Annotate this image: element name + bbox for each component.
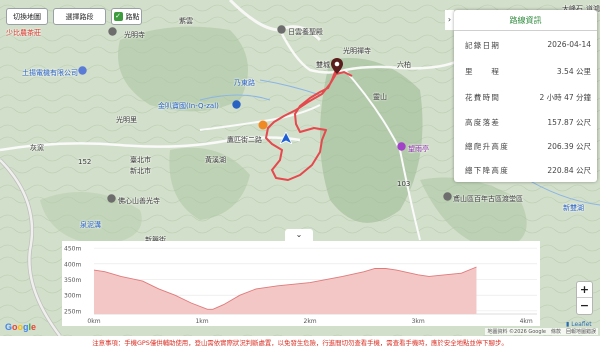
x-tick-label: 3km <box>412 318 425 325</box>
zoom-out-button[interactable]: − <box>577 298 592 314</box>
waypoint-checkbox[interactable]: ✓ <box>113 12 123 21</box>
map-label-road-a: 雙城 <box>316 61 330 69</box>
map-label-guangming-village: 光明里 <box>116 116 137 124</box>
elevation-profile[interactable]: 250m 300m 350m 400m 450m 0km 1km 2km 3km 4km <box>62 241 540 326</box>
chevron-down-icon: ⌄ <box>295 230 303 239</box>
map-label-baishiyan: 鳶山區百年古區渡堂區 <box>453 195 523 203</box>
chevron-right-icon: › <box>447 15 452 24</box>
leaflet-attribution[interactable]: ▮ Leaflet <box>566 321 592 328</box>
map-attribution[interactable]: 地圖資料 ©2026 Google 條款 回報地圖錯誤 <box>485 328 598 335</box>
wangyue-place-icon[interactable] <box>397 142 406 151</box>
info-key: 記錄日期 <box>465 41 501 50</box>
elevation-toggle-button[interactable]: ⌄ <box>285 229 313 241</box>
garden-place-icon[interactable] <box>232 100 241 109</box>
elevation-chart: 250m 300m 350m 400m 450m 0km 1km 2km 3km 4km <box>64 246 537 325</box>
route-info-title: 路線資訊 <box>454 10 597 31</box>
info-key: 總爬升高度 <box>465 142 509 151</box>
map-label-ziyun: 紫雲 <box>179 17 193 25</box>
map-label-shilin: 灰窯 <box>30 144 44 152</box>
zoom-in-button[interactable]: + <box>577 282 592 298</box>
riguan-place-icon[interactable] <box>277 25 286 34</box>
map-label-taibei: 臺北市 <box>130 156 151 164</box>
info-value: 220.84 公尺 <box>547 166 591 175</box>
x-tick-label: 2km <box>304 318 317 325</box>
y-tick-label: 300m <box>64 293 81 300</box>
map-label-huanghu: 黃溪湖 <box>205 156 226 164</box>
info-key: 里 程 <box>465 67 501 76</box>
baishiyan-place-icon[interactable] <box>443 192 452 201</box>
temple-place-icon[interactable] <box>108 27 117 36</box>
info-value: 157.87 公尺 <box>547 118 591 127</box>
map-label-road-152: 152 <box>78 158 92 166</box>
map-label-hill-trail: 鷹匹街二路 <box>227 136 262 144</box>
info-value: 2 小時 47 分鐘 <box>539 93 591 102</box>
map-label-foshan: 佛心山善光寺 <box>118 197 160 205</box>
map-label-lingshan: 靈山 <box>373 93 387 101</box>
info-key: 花費時間 <box>465 93 501 102</box>
map-label-xiangjia-company: 土揚電機有限公司 <box>22 69 78 77</box>
collapse-panel-button[interactable]: › <box>445 10 454 30</box>
google-logo: Google <box>5 322 37 332</box>
safety-notice: 注意事項：手機GPS僅供輔助使用，登山需依實際狀況判斷處置，以免發生危險，行進間… <box>0 337 600 349</box>
info-key: 高度落差 <box>465 118 501 127</box>
map-label-road-guang: 六柏 <box>397 61 411 69</box>
switch-map-label: 切換地圖 <box>13 12 41 21</box>
map-label-zhuliang: 泉泥溝 <box>80 221 101 229</box>
x-tick-label: 0km <box>87 318 100 325</box>
map-label-guangming-temple: 光明禪寺 <box>343 47 371 55</box>
map-label-road-103: 103 <box>397 180 411 188</box>
elevation-area <box>94 267 477 314</box>
y-tick-label: 450m <box>64 246 81 253</box>
x-tick-label: 1km <box>195 318 208 325</box>
waypoint-toggle[interactable]: ✓ 路點 <box>111 8 142 25</box>
app-root: 紫雲 大峰石 道鴻 少比農茶莊 光明寺 日雲養聖殿 光明禪寺 土揚電機有限公司 … <box>0 0 600 349</box>
map-label-xinbei: 新北市 <box>130 167 151 175</box>
map-label-guangming-temple-area: 光明寺 <box>124 31 145 39</box>
zoom-control: + − <box>576 281 593 315</box>
route-info-panel: 路線資訊 記錄日期 2026-04-14 里 程 3.54 公里 花費時間 2 … <box>454 10 597 182</box>
select-route-label: 選擇路段 <box>65 12 94 21</box>
map-label-riguan: 日雲養聖殿 <box>288 28 323 36</box>
map-label-tea-shop: 少比農茶莊 <box>6 29 41 37</box>
foshan-place-icon[interactable] <box>107 194 116 203</box>
company-place-icon[interactable] <box>78 66 87 75</box>
y-tick-label: 350m <box>64 277 81 284</box>
x-tick-label: 4km <box>520 318 533 325</box>
map-label-road-wushu: 乃東路 <box>234 79 255 87</box>
info-value: 3.54 公里 <box>556 67 591 76</box>
map-label-jinruo-garden: 金叭寶國(In-Q-zal) <box>158 102 219 110</box>
waypoint-label: 路點 <box>125 12 140 21</box>
switch-map-button[interactable]: 切換地圖 <box>6 8 48 25</box>
y-tick-label: 250m <box>64 308 81 315</box>
y-tick-label: 400m <box>64 261 81 268</box>
route-end-marker-icon[interactable] <box>331 58 343 74</box>
food-place-icon[interactable] <box>258 120 268 130</box>
map-label-road-shuanghu: 新雙湖 <box>563 204 584 212</box>
info-value: 2026-04-14 <box>547 40 591 49</box>
info-key: 總下降高度 <box>465 166 509 175</box>
map-label-wangyue: 望雨亭 <box>408 145 429 153</box>
hiker-location-icon[interactable] <box>280 132 292 144</box>
info-value: 206.39 公尺 <box>547 142 591 151</box>
select-route-button[interactable]: 選擇路段 <box>53 8 106 25</box>
